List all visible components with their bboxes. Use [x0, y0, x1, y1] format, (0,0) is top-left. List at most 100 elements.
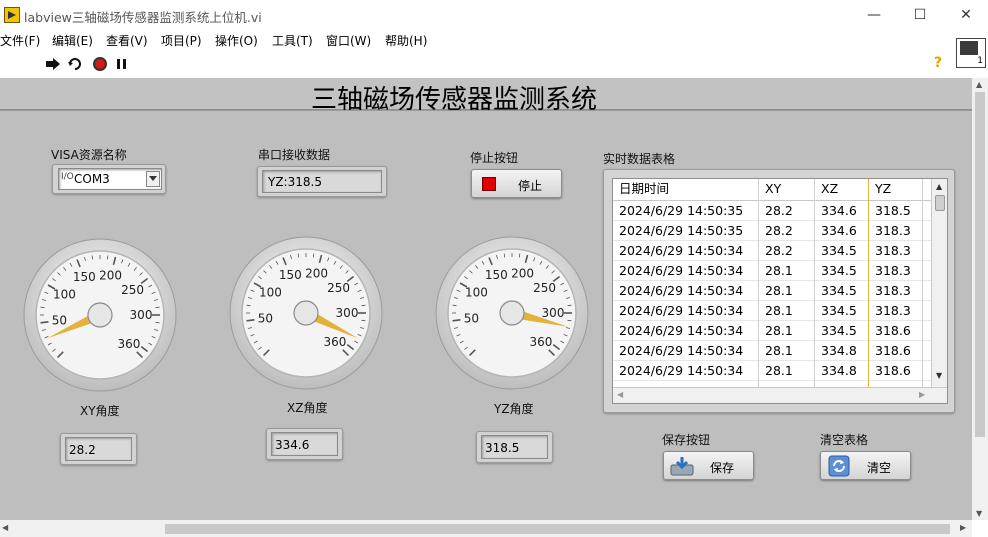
scroll-down-icon[interactable]: ▼	[936, 371, 942, 380]
visa-resource-select[interactable]: I/O COM3	[58, 168, 162, 190]
visa-value: COM3	[74, 172, 110, 186]
gauge-minor-tick	[91, 255, 94, 260]
stop-button-label: 停止	[518, 179, 543, 193]
abort-icon[interactable]	[92, 56, 108, 72]
yz-value: 318.5	[485, 441, 520, 455]
gauge-minor-tick	[503, 253, 506, 258]
save-button-label: 保存	[710, 461, 735, 475]
visa-label: VISA资源名称	[51, 148, 127, 162]
menu-file[interactable]: 文件(F)	[0, 32, 40, 49]
title-bar: labview三轴磁场传感器监测系统上位机.vi — ☐ ✕	[0, 0, 988, 30]
cell-xz: 334.8	[821, 343, 857, 358]
cell-xz: 334.5	[821, 323, 857, 338]
pause-icon[interactable]	[114, 56, 130, 72]
stop-button[interactable]: 停止	[471, 169, 562, 198]
io-prefix: I/O	[61, 172, 74, 182]
xz-gauge[interactable]: 50 100 150 200 250 300 360	[228, 235, 384, 391]
gauge-minor-tick	[567, 319, 572, 322]
dropdown-arrow-icon[interactable]	[146, 171, 160, 187]
yz-gauge[interactable]: 50 100 150 200 250 300 360	[434, 235, 590, 391]
xz-gauge-label: XZ角度	[287, 401, 328, 415]
menu-view[interactable]: 查看(V)	[106, 32, 148, 49]
context-help-icon[interactable]: ?	[934, 55, 948, 71]
table-row[interactable]: 2024/6/29 14:50:34 28.2 334.5 318.3	[613, 241, 931, 261]
run-continuously-icon[interactable]	[67, 56, 83, 72]
cell-yz: 318.3	[875, 243, 911, 258]
window-scroll-thumb[interactable]	[975, 92, 985, 437]
table-row[interactable]: 2024/6/29 14:50:34 28.1 334.5 318.3	[613, 261, 931, 281]
clear-button-label: 清空	[867, 461, 892, 475]
save-button[interactable]: 保存	[663, 451, 754, 480]
realtime-data-table[interactable]: 日期时间 XY XZ YZ 2024/6/29 14:50:35 28.2 334.…	[612, 178, 948, 404]
serial-label: 串口接收数据	[258, 148, 331, 162]
xy-gauge[interactable]: 50 100 150 200 250 300 360	[22, 237, 178, 393]
gauge-minor-tick	[312, 253, 315, 258]
window-hscroll-thumb[interactable]	[165, 524, 950, 534]
table-label: 实时数据表格	[603, 152, 676, 166]
menu-window[interactable]: 窗口(W)	[326, 32, 371, 49]
table-horizontal-scrollbar[interactable]: ◀ ▶	[613, 387, 947, 403]
col-header-datetime: 日期时间	[619, 181, 670, 196]
gauge-tick-label: 300	[336, 306, 359, 320]
menu-bar: 文件(F) 编辑(E) 查看(V) 项目(P) 操作(O) 工具(T) 窗口(W…	[0, 30, 955, 50]
gauge-tick-label: 100	[465, 286, 488, 300]
cell-datetime: 2024/6/29 14:50:34	[619, 243, 744, 258]
gauge-hub	[87, 302, 113, 328]
window-scroll-down-icon[interactable]: ▼	[976, 509, 982, 518]
table-row[interactable]: 2024/6/29 14:50:34 28.1 334.8 318.6	[613, 341, 931, 361]
cell-datetime: 2024/6/29 14:50:34	[619, 263, 744, 278]
menu-operate[interactable]: 操作(O)	[215, 32, 258, 49]
menu-help[interactable]: 帮助(H)	[385, 32, 427, 49]
yz-value-display: 318.5	[481, 435, 548, 459]
menu-project[interactable]: 项目(P)	[161, 32, 202, 49]
refresh-icon	[828, 455, 850, 477]
table-scroll-thumb[interactable]	[935, 195, 945, 211]
gauge-tick-label: 250	[533, 281, 556, 295]
table-row[interactable]: 2024/6/29 14:50:35 28.2 334.6 318.5	[613, 201, 931, 221]
window-horizontal-scrollbar[interactable]: ◀ ▶	[0, 520, 972, 537]
scroll-up-icon[interactable]: ▲	[936, 182, 942, 191]
scroll-left-icon[interactable]: ◀	[617, 390, 623, 399]
menu-tools[interactable]: 工具(T)	[272, 32, 313, 49]
table-row[interactable]: 2024/6/29 14:50:35 28.2 334.6 318.3	[613, 221, 931, 241]
table-vertical-scrollbar[interactable]: ▲ ▼	[931, 179, 947, 387]
gauge-tick-label: 50	[464, 311, 479, 325]
window-vertical-scrollbar[interactable]: ▲ ▼	[972, 78, 988, 520]
gauge-tick-label: 250	[121, 283, 144, 297]
minimize-button[interactable]: —	[851, 0, 897, 30]
vi-connector-icon[interactable]: 1	[956, 38, 986, 68]
close-button[interactable]: ✕	[943, 0, 988, 30]
table-row[interactable]: 2024/6/29 14:50:34 28.1 334.5 318.6	[613, 321, 931, 341]
table-header: 日期时间 XY XZ YZ	[613, 179, 931, 201]
cell-xz: 334.8	[821, 363, 857, 378]
gauge-minor-tick	[155, 321, 160, 324]
table-row[interactable]: 2024/6/29 14:50:34 28.1 334.5 318.3	[613, 301, 931, 321]
col-header-xy: XY	[765, 181, 782, 196]
gauge-tick-label: 300	[130, 308, 153, 322]
stop-led-icon	[482, 177, 496, 191]
clear-button[interactable]: 清空	[820, 451, 911, 480]
title-strip: 三轴磁场传感器监测系统	[0, 78, 972, 115]
gauge-minor-tick	[106, 255, 109, 260]
menu-edit[interactable]: 编辑(E)	[52, 32, 93, 49]
gauge-major-tick	[452, 318, 461, 322]
window-scroll-up-icon[interactable]: ▲	[976, 80, 982, 89]
gauge-minor-tick	[40, 306, 45, 309]
yz-gauge-label: YZ角度	[494, 402, 534, 416]
cell-xy: 28.1	[765, 303, 793, 318]
window-scroll-right-icon[interactable]: ▶	[960, 523, 966, 532]
gauge-tick-label: 360	[530, 335, 553, 349]
window-scroll-left-icon[interactable]: ◀	[2, 523, 8, 532]
gauge-minor-tick	[452, 304, 457, 307]
run-icon[interactable]	[45, 56, 61, 72]
cell-yz: 318.5	[875, 203, 911, 218]
cell-yz: 318.3	[875, 283, 911, 298]
cell-datetime: 2024/6/29 14:50:34	[619, 363, 744, 378]
table-row[interactable]: 2024/6/29 14:50:34 28.1 334.8 318.6	[613, 361, 931, 381]
col-header-yz: YZ	[875, 181, 892, 196]
cell-xz: 334.6	[821, 203, 857, 218]
xy-gauge-label: XY角度	[80, 404, 120, 418]
table-row[interactable]: 2024/6/29 14:50:34 28.1 334.5 318.3	[613, 281, 931, 301]
scroll-right-icon[interactable]: ▶	[919, 390, 925, 399]
maximize-button[interactable]: ☐	[897, 0, 943, 30]
